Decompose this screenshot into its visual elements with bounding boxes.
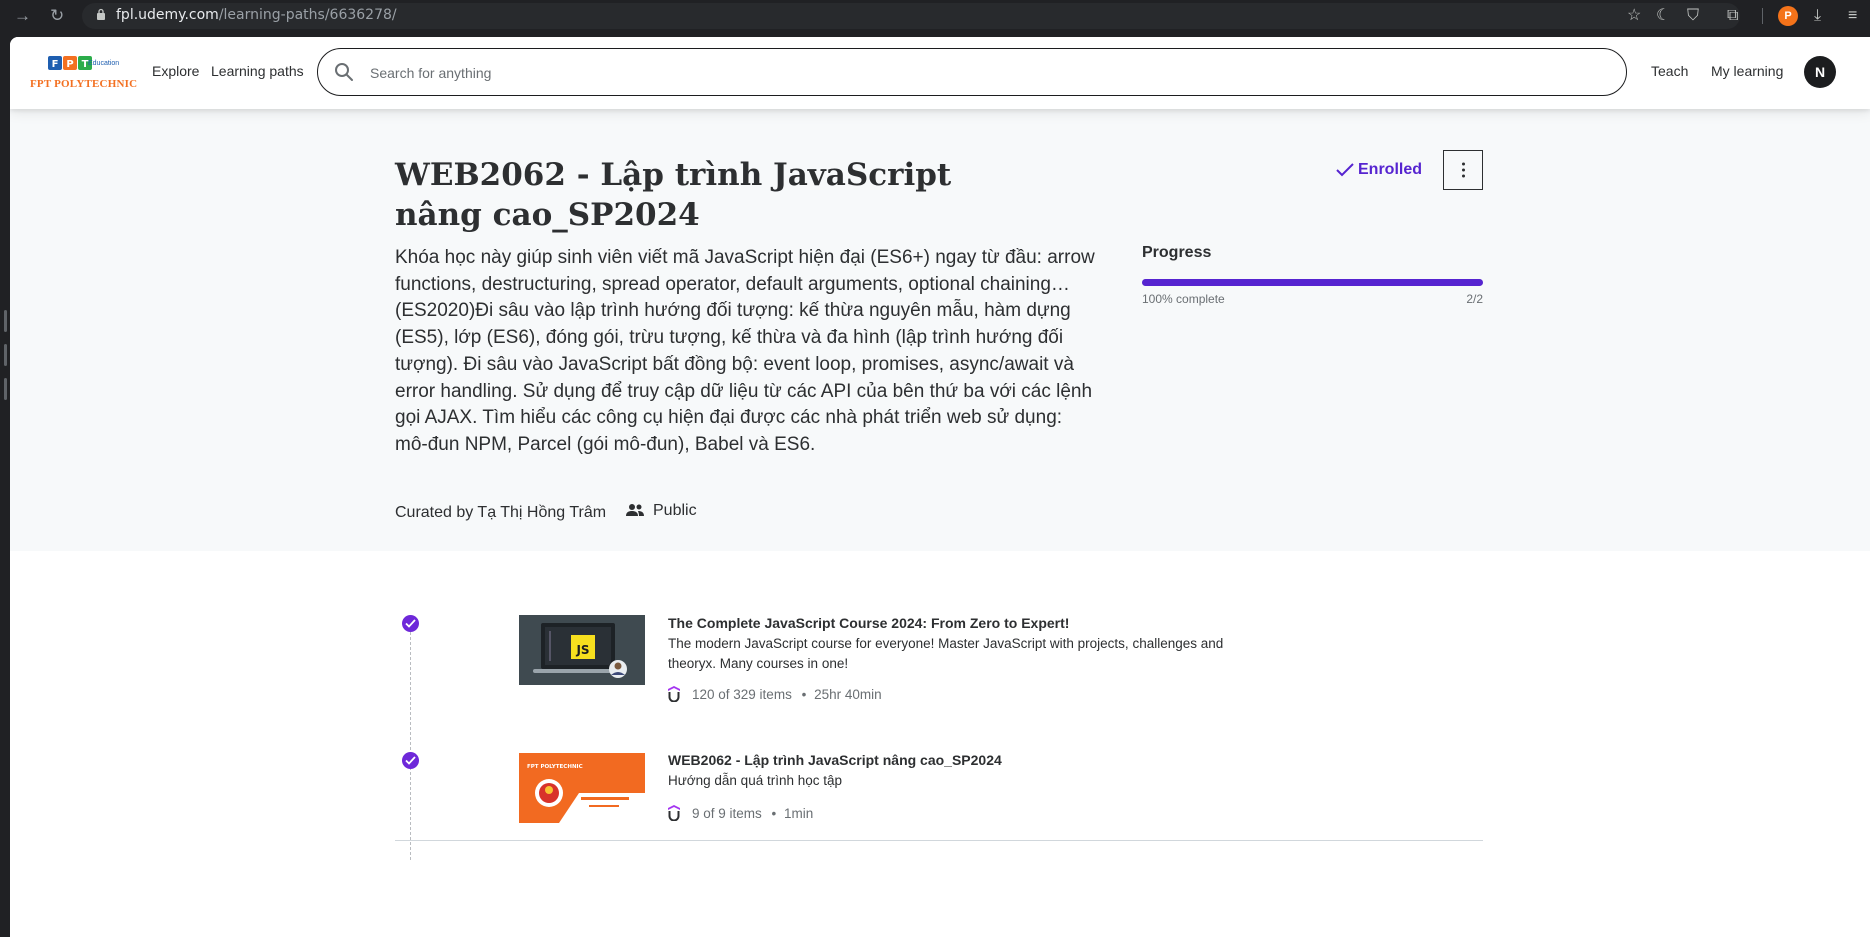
learning-path-hero: WEB2062 - Lập trình JavaScript nâng cao_… — [10, 109, 1870, 551]
my-learning-link[interactable]: My learning — [1711, 63, 1783, 79]
moon-icon[interactable]: ☾ — [1656, 6, 1670, 26]
thumb-js-label: JS — [575, 643, 589, 657]
list-divider — [395, 840, 1483, 841]
lock-icon — [97, 8, 105, 20]
search-icon[interactable] — [334, 62, 354, 82]
toolbar-divider — [1762, 8, 1763, 24]
visibility-text: Public — [653, 502, 697, 519]
learning-paths-link[interactable]: Learning paths — [211, 63, 304, 79]
course-thumbnail[interactable]: JS — [519, 615, 645, 685]
check-icon — [1336, 163, 1354, 177]
completed-check-icon — [402, 752, 419, 769]
progress-bar — [1142, 279, 1483, 286]
page: F P T Education FPT POLYTECHNIC Explore … — [10, 37, 1870, 937]
edge-handle — [4, 310, 7, 332]
course-items: 9 of 9 items — [692, 806, 762, 821]
search-input[interactable] — [370, 62, 1570, 84]
edge-handle — [4, 378, 7, 400]
reload-icon[interactable]: ↻ — [50, 6, 64, 26]
more-vertical-icon — [1462, 162, 1465, 178]
enrolled-status: Enrolled — [1336, 161, 1422, 179]
shield-icon[interactable]: ⛉ — [1687, 6, 1699, 26]
meta-separator: • — [771, 806, 777, 821]
logo-sub: Education — [88, 60, 120, 67]
meta-separator: • — [801, 687, 807, 702]
edge-handle — [4, 344, 7, 366]
teach-link[interactable]: Teach — [1651, 63, 1688, 79]
path-description: Khóa học này giúp sinh viên viết mã Java… — [395, 247, 1095, 455]
progress-count: 2/2 — [1466, 292, 1483, 306]
url-path: /learning-paths/6636278/ — [218, 7, 397, 23]
progress-percent-text: 100% complete — [1142, 292, 1225, 306]
course-thumbnail[interactable]: FPT POLYTECHNIC — [519, 753, 645, 823]
course-meta: 9 of 9 items • 1min — [668, 805, 813, 821]
curator-text: Curated by Tạ Thị Hồng Trâm — [395, 504, 607, 521]
course-meta: 120 of 329 items • 25hr 40min — [668, 686, 882, 702]
url-domain: fpl.udemy.com — [116, 7, 219, 23]
course-description: Hướng dẫn quá trình học tập — [668, 773, 843, 788]
svg-text:F: F — [52, 59, 59, 70]
progress-fill — [1142, 279, 1483, 286]
star-icon[interactable]: ☆ — [1627, 6, 1641, 26]
course-duration: 1min — [784, 806, 814, 821]
udemy-icon — [668, 805, 680, 821]
page-title: WEB2062 - Lập trình JavaScript nâng cao_… — [395, 157, 952, 233]
explore-link[interactable]: Explore — [152, 63, 199, 79]
course-title[interactable]: WEB2062 - Lập trình JavaScript nâng cao_… — [668, 752, 1002, 768]
path-timeline — [410, 627, 411, 860]
enrolled-label: Enrolled — [1358, 161, 1423, 178]
download-icon[interactable]: ⤓ — [1814, 6, 1821, 26]
course-items: 120 of 329 items — [692, 687, 792, 702]
completed-check-icon — [402, 615, 419, 632]
svg-text:P: P — [66, 59, 73, 70]
course-title[interactable]: The Complete JavaScript Course 2024: Fro… — [668, 615, 1069, 631]
fpt-course-banner-image: FPT POLYTECHNIC — [519, 753, 645, 823]
browser-toolbar: → ↻ fpl.udemy.com/learning-paths/6636278… — [0, 0, 1870, 32]
extensions-icon[interactable]: ⧉ — [1727, 6, 1738, 26]
site-header: F P T Education FPT POLYTECHNIC Explore … — [10, 37, 1870, 109]
logo-brand: FPT POLYTECHNIC — [30, 78, 138, 90]
forward-icon[interactable]: → — [14, 6, 31, 26]
search-bar[interactable] — [317, 48, 1627, 96]
progress-label: Progress — [1142, 244, 1212, 261]
more-options-button[interactable] — [1443, 150, 1483, 190]
course-description: The modern JavaScript course for everyon… — [668, 636, 1224, 671]
visibility-label: Public — [625, 502, 697, 520]
laptop-js-image: JS — [533, 623, 627, 678]
user-avatar[interactable]: N — [1804, 56, 1836, 88]
thumb-brand-label: FPT POLYTECHNIC — [527, 764, 583, 770]
udemy-icon — [668, 686, 680, 702]
menu-icon[interactable]: ≡ — [1848, 6, 1857, 26]
people-icon — [626, 504, 644, 516]
fpt-polytechnic-logo[interactable]: F P T Education FPT POLYTECHNIC — [30, 52, 140, 94]
side-panel-edge — [0, 32, 10, 937]
url-text[interactable]: fpl.udemy.com/learning-paths/6636278/ — [116, 7, 397, 23]
course-duration: 25hr 40min — [814, 687, 882, 702]
profile-avatar[interactable]: P — [1778, 6, 1798, 26]
